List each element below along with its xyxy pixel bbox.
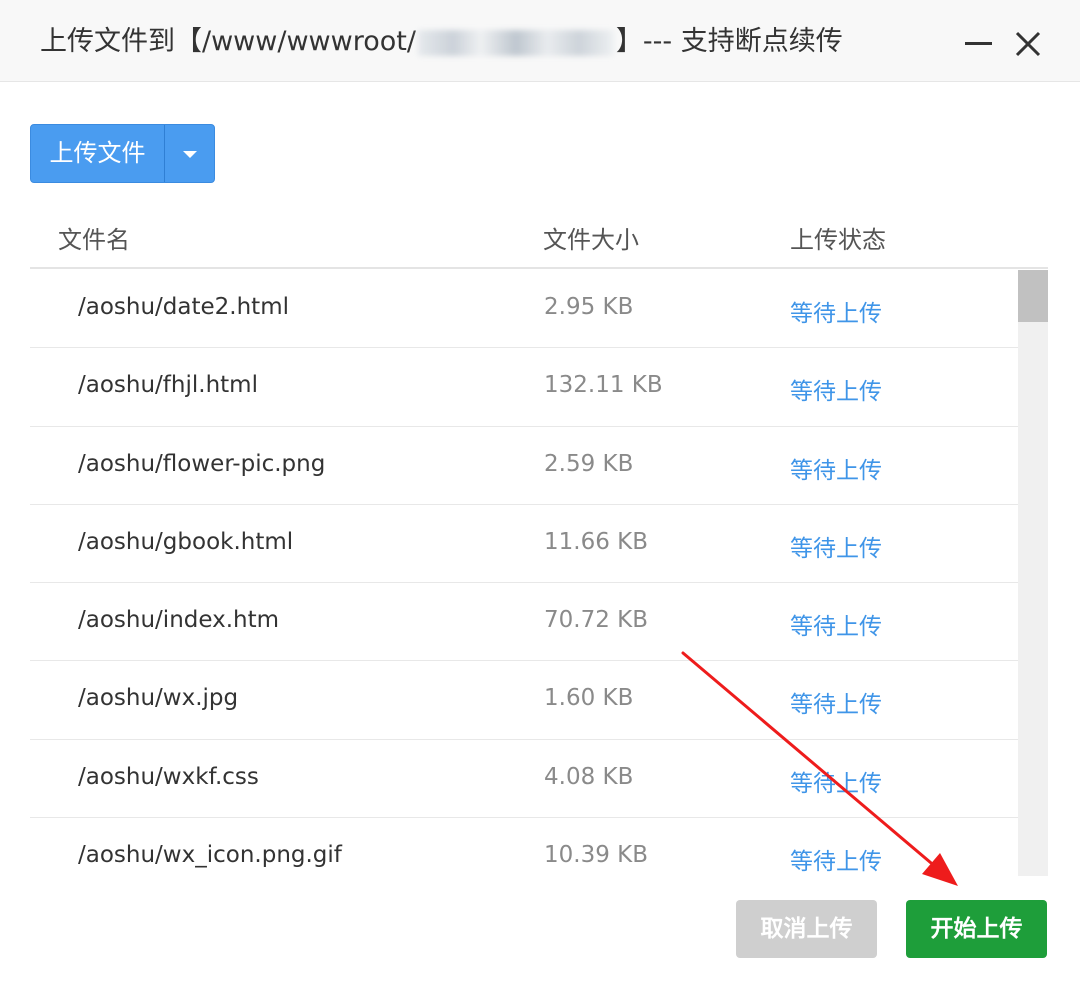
upload-status: 等待上传 [790, 301, 882, 327]
table-row: /aoshu/wxkf.css 4.08 KB 等待上传 [30, 740, 1018, 819]
header-upload-status: 上传状态 [790, 226, 886, 254]
header-file-size: 文件大小 [543, 226, 639, 254]
file-size: 11.66 KB [544, 528, 649, 555]
file-name: /aoshu/wx_icon.png.gif [78, 842, 342, 869]
file-size: 132.11 KB [544, 372, 663, 399]
table-row: /aoshu/gbook.html 11.66 KB 等待上传 [30, 505, 1018, 584]
close-button[interactable] [1012, 28, 1044, 60]
upload-status: 等待上传 [790, 849, 882, 876]
dialog-titlebar: 上传文件到【/www/wwwroot/ 】--- 支持断点续传 [0, 0, 1080, 82]
file-name: /aoshu/wx.jpg [78, 685, 239, 712]
vertical-scrollbar[interactable] [1018, 270, 1048, 876]
table-row: /aoshu/wx.jpg 1.60 KB 等待上传 [30, 661, 1018, 740]
header-file-name: 文件名 [58, 226, 130, 254]
upload-status: 等待上传 [790, 535, 882, 562]
dialog-title-prefix: 上传文件到【/www/wwwroot/ [40, 26, 416, 57]
upload-dropdown-toggle[interactable] [165, 125, 214, 182]
table-row: /aoshu/date2.html 2.95 KB 等待上传 [30, 270, 1018, 349]
table-row: /aoshu/index.htm 70.72 KB 等待上传 [30, 583, 1018, 662]
file-size: 2.95 KB [544, 294, 634, 320]
table-row: /aoshu/fhjl.html 132.11 KB 等待上传 [30, 348, 1018, 427]
upload-status: 等待上传 [790, 379, 882, 406]
scrollbar-thumb[interactable] [1018, 270, 1048, 322]
table-row: /aoshu/flower-pic.png 2.59 KB 等待上传 [30, 427, 1018, 505]
upload-status: 等待上传 [790, 614, 882, 641]
cancel-upload-button[interactable]: 取消上传 [736, 900, 877, 958]
file-size: 2.59 KB [544, 450, 634, 477]
upload-status: 等待上传 [790, 457, 882, 484]
dialog-title-suffix: 】--- 支持断点续传 [615, 26, 843, 57]
file-name: /aoshu/date2.html [78, 294, 289, 320]
file-name: /aoshu/wxkf.css [78, 763, 259, 790]
file-size: 4.08 KB [544, 763, 634, 790]
file-size: 1.60 KB [544, 685, 634, 712]
file-size: 10.39 KB [544, 842, 649, 869]
file-name: /aoshu/fhjl.html [78, 372, 258, 399]
upload-button-group: 上传文件 [30, 124, 215, 183]
upload-status: 等待上传 [790, 692, 882, 719]
table-row: /aoshu/wx_icon.png.gif 10.39 KB 等待上传 [30, 818, 1018, 876]
file-name: /aoshu/flower-pic.png [78, 450, 326, 477]
file-list: /aoshu/date2.html 2.95 KB 等待上传 /aoshu/fh… [30, 270, 1018, 876]
minimize-button[interactable] [962, 28, 994, 60]
caret-down-icon [183, 151, 197, 158]
dialog-title: 上传文件到【/www/wwwroot/ 】--- 支持断点续传 [40, 24, 843, 60]
file-name: /aoshu/gbook.html [78, 528, 294, 555]
file-size: 70.72 KB [544, 607, 649, 634]
file-name: /aoshu/index.htm [78, 607, 280, 634]
close-icon [1015, 31, 1041, 57]
redacted-path-segment [417, 29, 614, 56]
table-header: 文件名 文件大小 上传状态 [30, 206, 1048, 269]
upload-file-button[interactable]: 上传文件 [31, 125, 165, 182]
start-upload-button[interactable]: 开始上传 [906, 900, 1047, 958]
upload-status: 等待上传 [790, 770, 882, 797]
